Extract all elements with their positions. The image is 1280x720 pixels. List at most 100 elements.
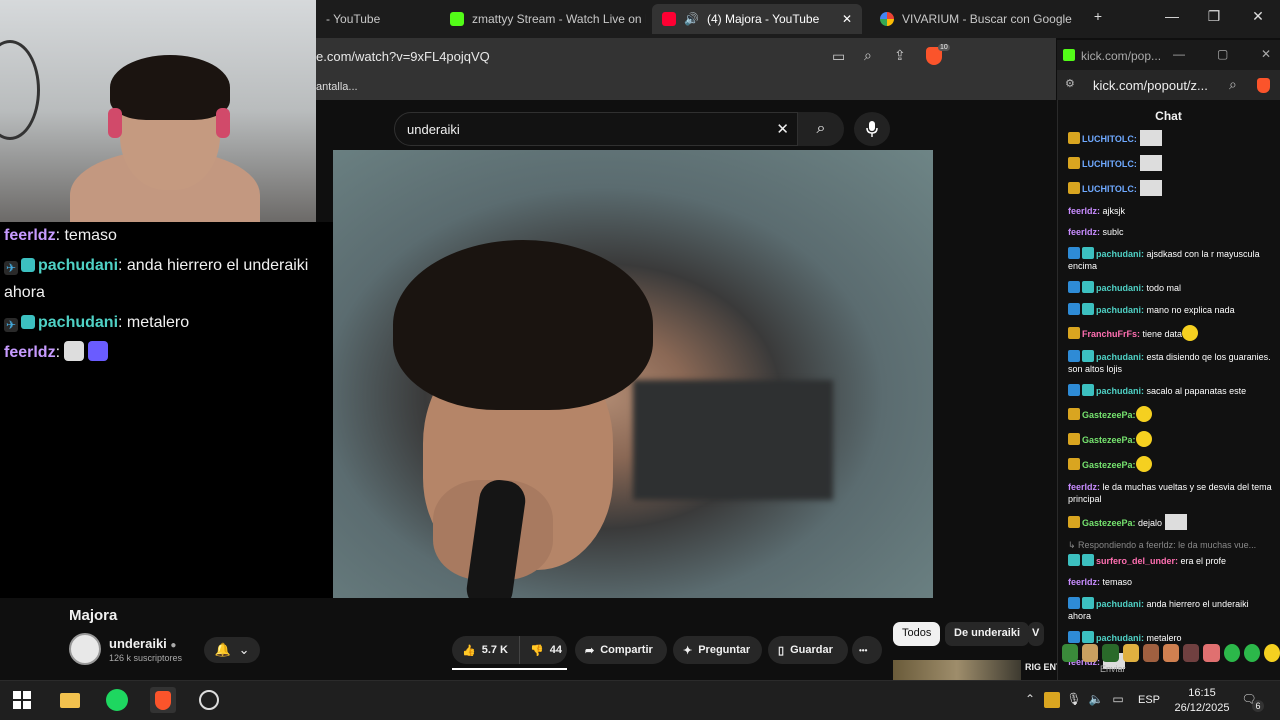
tab-close-icon[interactable]: ✕ — [842, 12, 852, 26]
site-settings-icon[interactable]: ⚙ — [1065, 77, 1075, 90]
chat-username[interactable]: LUCHITOLC: — [1082, 159, 1137, 169]
kick-minimize-button[interactable]: — — [1173, 47, 1185, 61]
url-field[interactable]: e.com/watch?v=9xFL4pojqVQ — [316, 49, 490, 64]
related-video-thumbnail[interactable] — [893, 660, 1021, 680]
chip-from-channel[interactable]: De underaiki — [945, 622, 1030, 646]
chat-username[interactable]: GastezeePa: — [1082, 518, 1136, 528]
clock-time: 16:15 — [1188, 687, 1216, 699]
chip-all[interactable]: Todos — [893, 622, 941, 646]
tab-kick-stream[interactable]: zmattyy Stream - Watch Live on K — [440, 6, 646, 32]
share-icon[interactable]: ⇪ — [894, 47, 906, 64]
emote-icon[interactable] — [1062, 644, 1079, 662]
more-actions-button[interactable]: ••• — [852, 636, 882, 664]
start-button[interactable] — [9, 687, 35, 713]
search-input[interactable]: underaiki ✕ — [394, 112, 798, 146]
chat-username[interactable]: GastezeePa: — [1082, 435, 1136, 445]
emote-icon[interactable] — [1102, 644, 1119, 662]
chat-reply-context: ↳ Respondiendo a feerldz: le da muchas v… — [1068, 539, 1273, 551]
chat-username[interactable]: GastezeePa: — [1082, 460, 1136, 470]
chat-username[interactable]: pachudani: — [1096, 283, 1144, 293]
brave-shields-icon[interactable] — [1257, 78, 1270, 93]
chip-more[interactable]: V — [1028, 622, 1044, 646]
emote-icon[interactable] — [1122, 644, 1139, 662]
dislike-button[interactable]: 👎 44 — [519, 636, 567, 664]
tray-app-icon[interactable] — [1044, 692, 1060, 708]
share-button[interactable]: ➦ Compartir — [575, 636, 667, 664]
tab-youtube-1[interactable]: - YouTube — [316, 6, 436, 32]
chat-username[interactable]: pachudani: — [1096, 305, 1144, 315]
emote-icon — [1135, 406, 1152, 422]
spotify-button[interactable] — [104, 687, 130, 713]
video-player[interactable] — [333, 150, 933, 598]
new-tab-button[interactable]: + — [1078, 8, 1118, 24]
chat-username[interactable]: pachudani: — [1096, 352, 1144, 362]
close-window-button[interactable]: ✕ — [1238, 8, 1278, 25]
chat-username[interactable]: pachudani: — [1096, 386, 1144, 396]
cast-icon[interactable]: ▭ — [832, 48, 845, 65]
emote-icon[interactable] — [1203, 644, 1220, 662]
ask-button[interactable]: ✦ Preguntar — [673, 636, 762, 664]
system-clock[interactable]: 16:15 26/12/2025 — [1172, 686, 1232, 716]
google-favicon-icon — [880, 12, 894, 26]
kick-send-button[interactable]: Enviar — [1100, 664, 1126, 674]
chat-username[interactable]: feerldz: — [1068, 482, 1100, 492]
brave-taskbar-button[interactable] — [150, 687, 176, 713]
tab-label: VIVARIUM - Buscar con Google — [902, 12, 1072, 26]
kick-url[interactable]: kick.com/popout/z... — [1093, 78, 1208, 93]
file-explorer-button[interactable] — [57, 687, 83, 713]
emote-icon[interactable] — [1082, 644, 1099, 662]
kick-maximize-button[interactable]: ▢ — [1217, 47, 1228, 61]
tab-google-search[interactable]: VIVARIUM - Buscar con Google — [870, 6, 1080, 32]
notification-count: 6 — [1252, 700, 1264, 712]
chat-username[interactable]: pachudani: — [1096, 249, 1144, 259]
emote-icon[interactable] — [1223, 644, 1240, 662]
chat-message: pachudani: anda hierrero el underaiki ah… — [1068, 597, 1273, 622]
emote-icon[interactable] — [1183, 644, 1200, 662]
zoom-icon[interactable]: ⌕ — [1229, 76, 1237, 93]
chat-username[interactable]: FranchuFrFs: — [1082, 329, 1140, 339]
emote-icon[interactable] — [1243, 644, 1260, 662]
save-button[interactable]: ▯ Guardar — [768, 636, 848, 664]
subscription-bell-button[interactable]: 🔔 ⌄ — [204, 637, 260, 663]
show-hidden-icons-button[interactable]: ⌃ — [1022, 692, 1038, 708]
chat-username[interactable]: pachudani: — [1096, 633, 1144, 643]
chat-message: LUCHITOLC: — [1068, 130, 1273, 146]
badge-icon — [1068, 597, 1080, 609]
emote-icon[interactable] — [1142, 644, 1159, 662]
chat-username[interactable]: surfero_del_under: — [1096, 556, 1178, 566]
obs-icon — [199, 690, 219, 710]
emote-icon[interactable] — [1162, 644, 1180, 662]
headset-icon — [216, 108, 230, 138]
obs-button[interactable] — [196, 687, 222, 713]
chat-message: feerldz: temaso — [4, 227, 117, 244]
chat-username[interactable]: feerldz: — [1068, 227, 1100, 237]
video-person-hair — [393, 240, 653, 410]
chat-username[interactable]: pachudani: — [1096, 599, 1144, 609]
channel-name[interactable]: underaiki ● — [109, 636, 176, 651]
network-icon[interactable]: ▭ — [1110, 692, 1126, 708]
input-language[interactable]: ESP — [1138, 694, 1160, 706]
chat-message: pachudani: metalero — [1068, 631, 1273, 644]
microphone-icon[interactable]: 🎙 — [1066, 692, 1082, 708]
chat-username[interactable]: LUCHITOLC: — [1082, 134, 1137, 144]
zoom-icon[interactable]: ⌕ — [864, 47, 872, 64]
clear-search-icon[interactable]: ✕ — [776, 120, 789, 138]
emote-icon — [64, 341, 85, 361]
badge-icon — [1068, 157, 1080, 169]
tab-majora-youtube[interactable]: 🔊 (4) Majora - YouTube ✕ — [652, 4, 862, 34]
minimize-button[interactable]: — — [1152, 8, 1192, 24]
channel-avatar[interactable] — [69, 633, 101, 665]
like-button[interactable]: 👍 5.7 K — [452, 636, 519, 664]
chat-username[interactable]: GastezeePa: — [1082, 410, 1136, 420]
kick-close-button[interactable]: ✕ — [1261, 47, 1271, 61]
search-button[interactable]: ⌕ — [798, 112, 844, 146]
volume-icon[interactable]: 🔈 — [1088, 692, 1104, 708]
chat-username[interactable]: feerldz: — [1068, 206, 1100, 216]
bookmark-item[interactable]: antalla... — [316, 81, 358, 93]
chat-username[interactable]: feerldz: — [1068, 577, 1100, 587]
voice-search-button[interactable] — [854, 112, 890, 146]
emote-icon[interactable] — [1263, 644, 1280, 662]
chat-username[interactable]: LUCHITOLC: — [1082, 184, 1137, 194]
maximize-button[interactable]: ❐ — [1194, 8, 1234, 25]
emote-icon — [88, 341, 109, 361]
